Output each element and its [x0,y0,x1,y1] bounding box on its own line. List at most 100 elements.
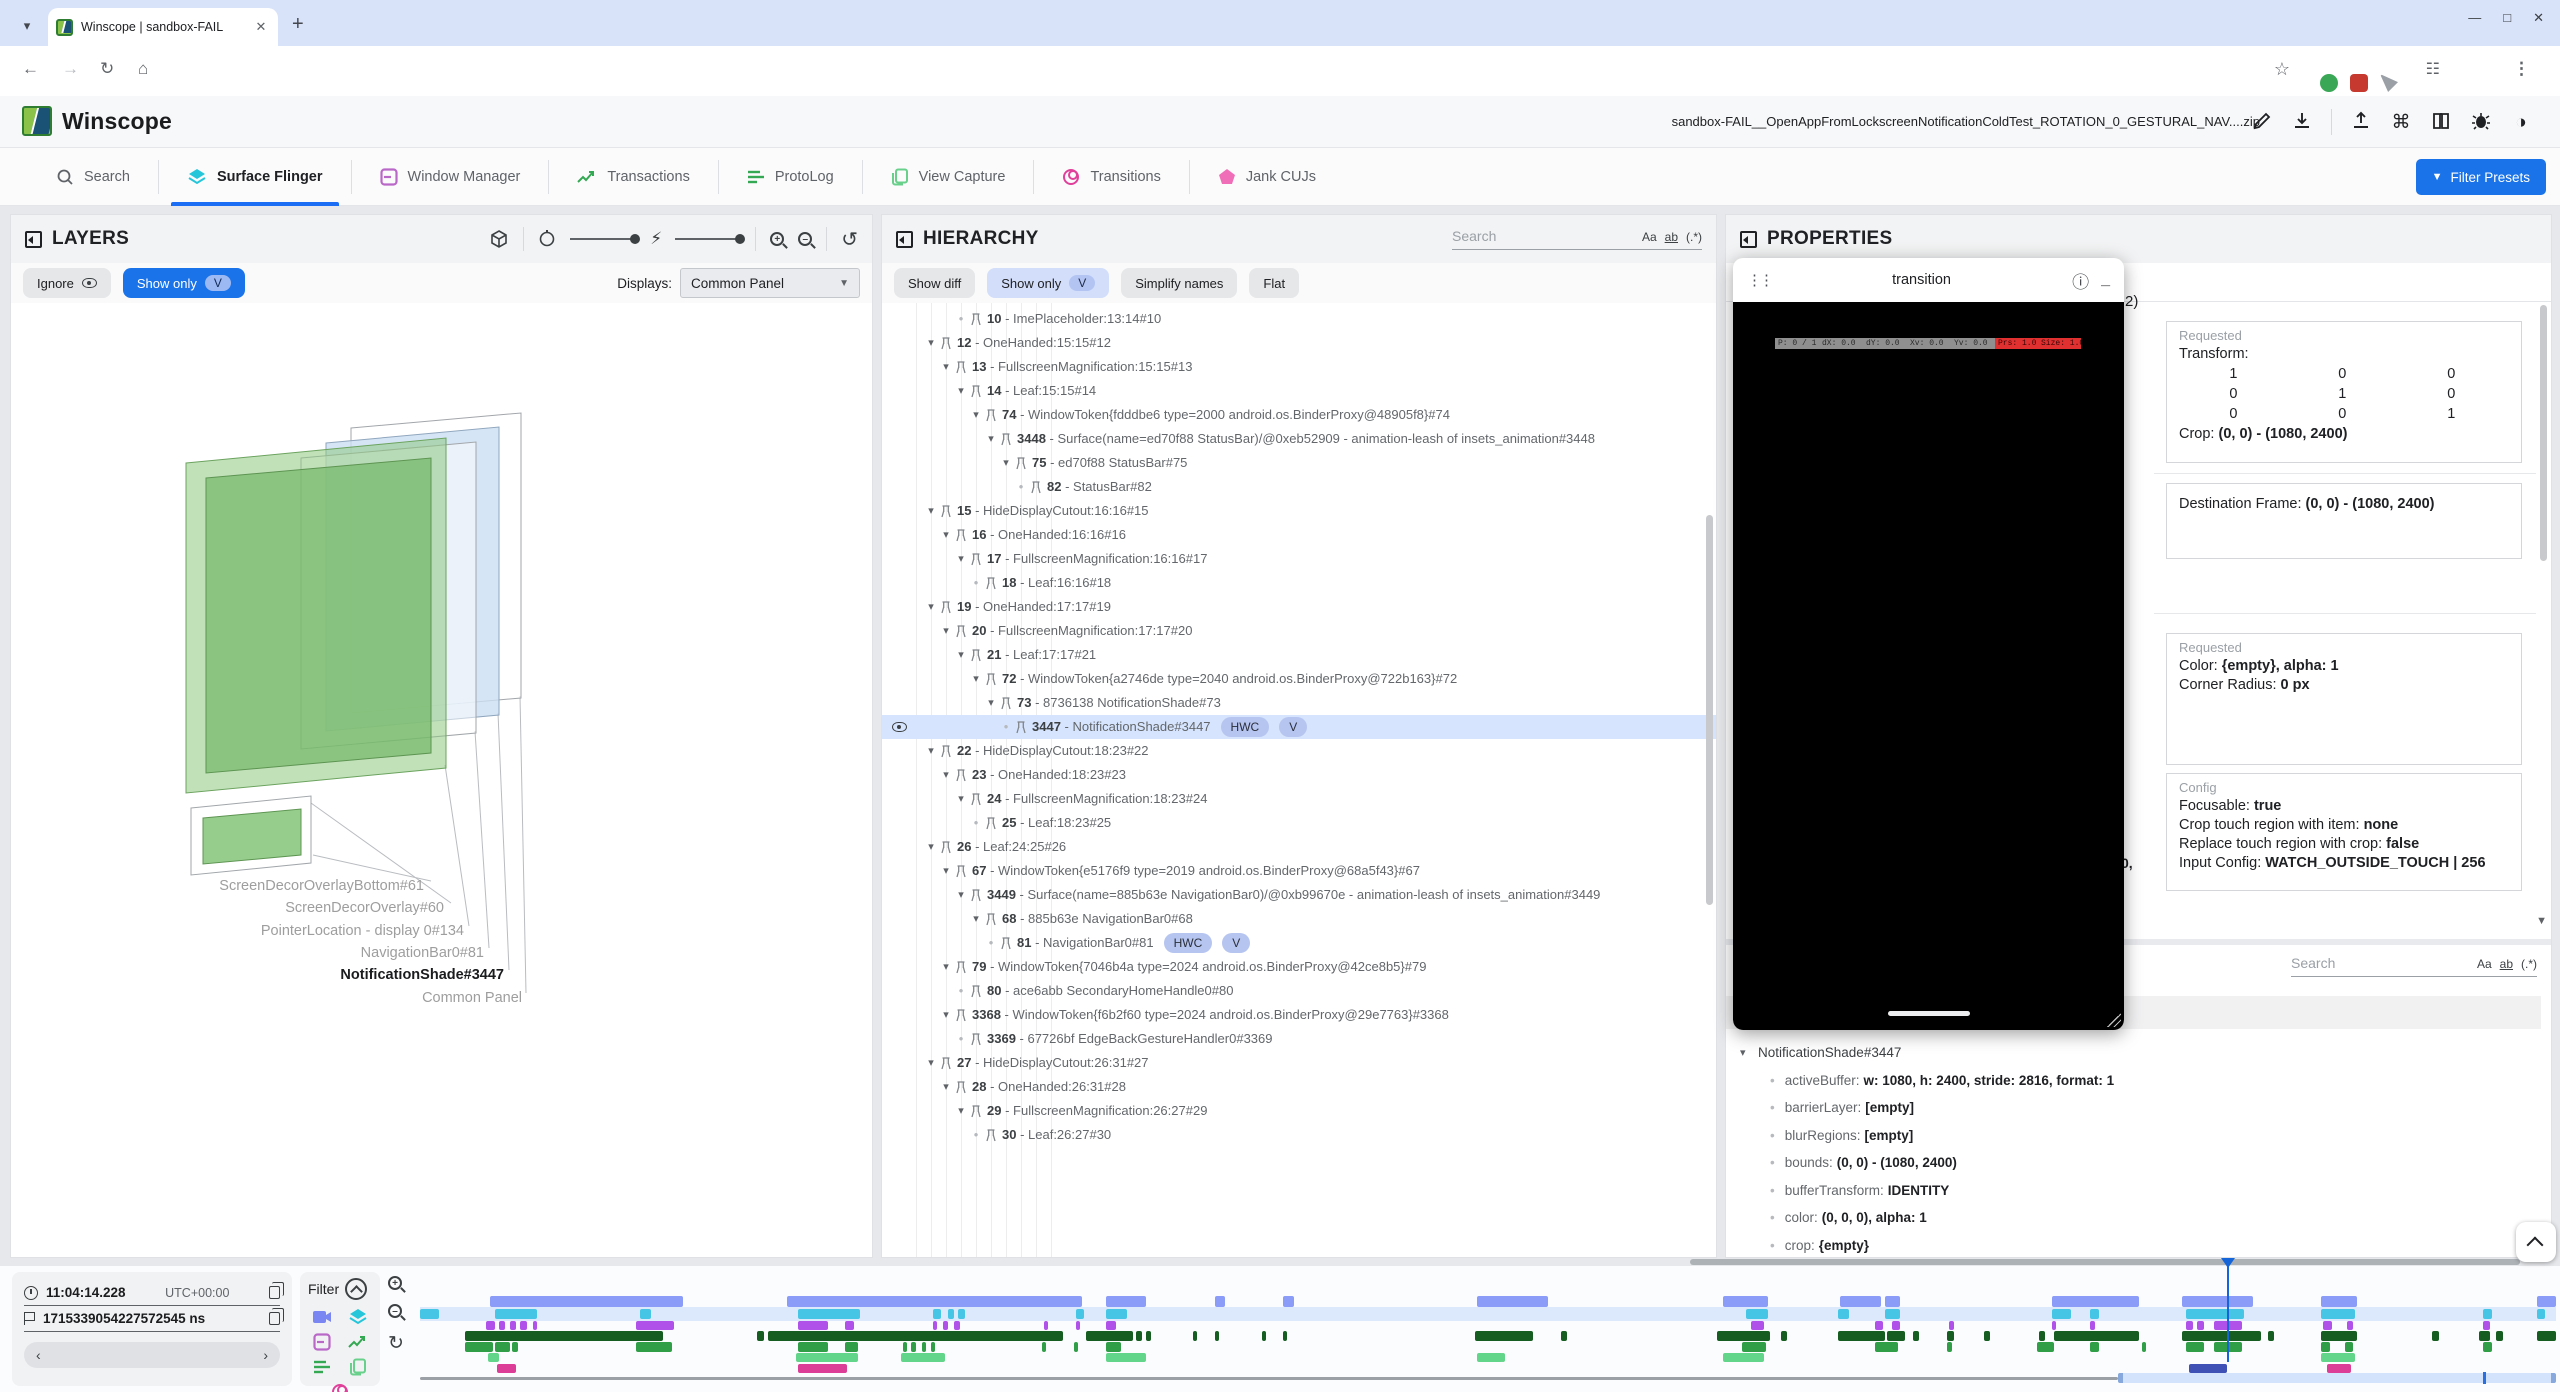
pin-icon[interactable] [969,649,983,662]
surface-flinger-block[interactable] [1076,1309,1085,1319]
window-manager-block[interactable] [2186,1321,2192,1330]
transition-float-window[interactable]: ⋮⋮ transition ⓘ _ P: 0 / 1dX: 0.0dY: 0.0… [1733,258,2124,1030]
timeline-zoom-in-icon[interactable]: + [388,1276,402,1290]
layers-3d-view[interactable]: ScreenDecorOverlayBottom#61ScreenDecorOv… [11,303,872,1257]
protolog-block[interactable] [512,1342,518,1352]
transactions-block[interactable] [2182,1331,2261,1341]
expand-arrow-icon[interactable]: ▾ [938,1075,954,1099]
transitions-selected-block[interactable] [2189,1364,2227,1373]
protolog-block[interactable] [636,1342,672,1352]
3d-cube-icon[interactable] [489,229,509,249]
protolog-block[interactable] [2090,1342,2099,1352]
zoom-in-icon[interactable]: + [770,232,784,246]
hierarchy-node[interactable]: ▾3448 - Surface(name=ed70f88 StatusBar)/… [882,427,1716,451]
eye-icon[interactable] [892,722,907,732]
zoom-out-icon[interactable]: – [798,232,812,246]
human-time-field[interactable]: 11:04:14.228 UTC+00:00 [24,1280,280,1306]
window-manager-block[interactable] [1751,1321,1764,1330]
transactions-block[interactable] [2537,1331,2556,1341]
view-capture-block[interactable] [488,1353,499,1362]
expand-arrow-icon[interactable]: ▾ [938,763,954,787]
protolog-block[interactable] [1742,1342,1765,1352]
surface-flinger-block[interactable] [1838,1309,1849,1319]
pin-icon[interactable] [969,1105,983,1118]
layer-label[interactable]: NotificationShade#3447 [340,967,504,983]
pin-icon[interactable] [999,937,1013,950]
rotation-icon[interactable] [538,230,556,248]
minimize-icon[interactable]: _ [2101,271,2110,289]
transactions-block[interactable] [2268,1331,2274,1341]
surface-flinger-block[interactable] [640,1309,651,1319]
protolog-block[interactable] [2142,1342,2146,1352]
pin-icon[interactable] [984,409,998,422]
download-icon[interactable] [2291,111,2313,133]
surface-flinger-block[interactable] [495,1309,538,1319]
transactions-block[interactable] [2432,1331,2438,1341]
pin-icon[interactable] [1014,721,1028,734]
hierarchy-node[interactable]: ▾26 - Leaf:24:25#26 [882,835,1716,859]
window-manager-block[interactable] [520,1321,526,1330]
extensions-puzzle-icon[interactable]: ☷ [2426,59,2440,79]
hierarchy-node[interactable]: •3447 - NotificationShade#3447HWCV [882,715,1716,739]
hierarchy-node[interactable]: ▾75 - ed70f88 StatusBar#75 [882,451,1716,475]
tab-search-chevron-icon[interactable]: ▾ [14,14,40,40]
surface-flinger-block[interactable] [2321,1309,2355,1319]
pin-icon[interactable] [954,865,968,878]
screen-recording-block[interactable] [2182,1296,2252,1307]
screen-recording-block[interactable] [1885,1296,1900,1307]
bookmark-star-icon[interactable]: ☆ [2274,59,2290,80]
drag-handle-icon[interactable]: ⋮⋮ [1747,271,1771,289]
surface-flinger-block[interactable] [420,1309,439,1319]
minimize-window-icon[interactable]: — [2468,10,2481,26]
collapse-panel-button[interactable] [2516,1222,2556,1262]
transactions-block[interactable] [1984,1331,1990,1341]
hierarchy-node[interactable]: •3369 - 67726bf EdgeBackGestureHandler0#… [882,1027,1716,1051]
window-manager-block[interactable] [1044,1321,1048,1330]
expand-arrow-icon[interactable]: ▾ [938,859,954,883]
surface-flinger-block[interactable] [933,1309,942,1319]
layer-label[interactable]: Common Panel [422,990,522,1006]
pin-icon[interactable] [984,673,998,686]
extension-red-icon[interactable] [2350,74,2368,92]
properties-search-input[interactable]: Search Aaab(.*) [2291,955,2537,977]
hierarchy-node[interactable]: •81 - NavigationBar0#81HWCV [882,931,1716,955]
pin-icon[interactable] [954,1009,968,1022]
tab-surface-flinger[interactable]: Surface Flinger [159,148,351,206]
browser-menu-kebab-icon[interactable]: ⋮ [2513,59,2530,79]
window-manager-block[interactable] [1949,1321,1953,1330]
view-capture-block[interactable] [1477,1353,1503,1362]
transactions-block[interactable] [1947,1331,1953,1341]
pin-icon[interactable] [969,313,983,326]
surface-flinger-block[interactable] [2186,1309,2244,1319]
tab-transitions[interactable]: Transitions [1034,148,1188,206]
rotation-slider[interactable] [570,238,636,240]
match-tool[interactable]: Aa [1642,230,1657,244]
protolog-block[interactable] [1106,1342,1121,1352]
protolog-block[interactable] [2037,1342,2054,1352]
view-capture-block[interactable] [1501,1353,1505,1362]
tab-close-icon[interactable]: ✕ [252,18,270,36]
window-manager-block[interactable] [1875,1321,1884,1330]
property-tree-item[interactable]: •blurRegions:[empty] [1740,1124,2541,1148]
transactions-block[interactable] [1215,1331,1219,1341]
layer-label[interactable]: ScreenDecorOverlayBottom#61 [219,878,424,894]
copy-icon[interactable] [269,1286,280,1299]
ignore-chip[interactable]: Ignore [23,268,111,298]
surface-flinger-block[interactable] [2090,1309,2099,1319]
pin-icon[interactable] [984,1129,998,1142]
hierarchy-node[interactable]: ▾13 - FullscreenMagnification:15:15#13 [882,355,1716,379]
window-manager-block[interactable] [2197,1321,2203,1330]
protolog-block[interactable] [495,1342,510,1352]
screen-recording-toggle-icon[interactable] [311,1308,333,1326]
surface-flinger-block[interactable] [2537,1309,2546,1319]
tab-window-manager[interactable]: Window Manager [352,148,549,206]
expand-arrow-icon[interactable]: ▾ [968,907,984,931]
window-manager-block[interactable] [845,1321,854,1330]
expand-arrow-icon[interactable]: ▾ [953,883,969,907]
protolog-block[interactable] [903,1342,907,1352]
pin-icon[interactable] [969,793,983,806]
protolog-block[interactable] [2186,1342,2203,1352]
tab-view-capture[interactable]: View Capture [863,148,1034,206]
pin-icon[interactable] [954,1081,968,1094]
tab-transactions[interactable]: Transactions [549,148,717,206]
